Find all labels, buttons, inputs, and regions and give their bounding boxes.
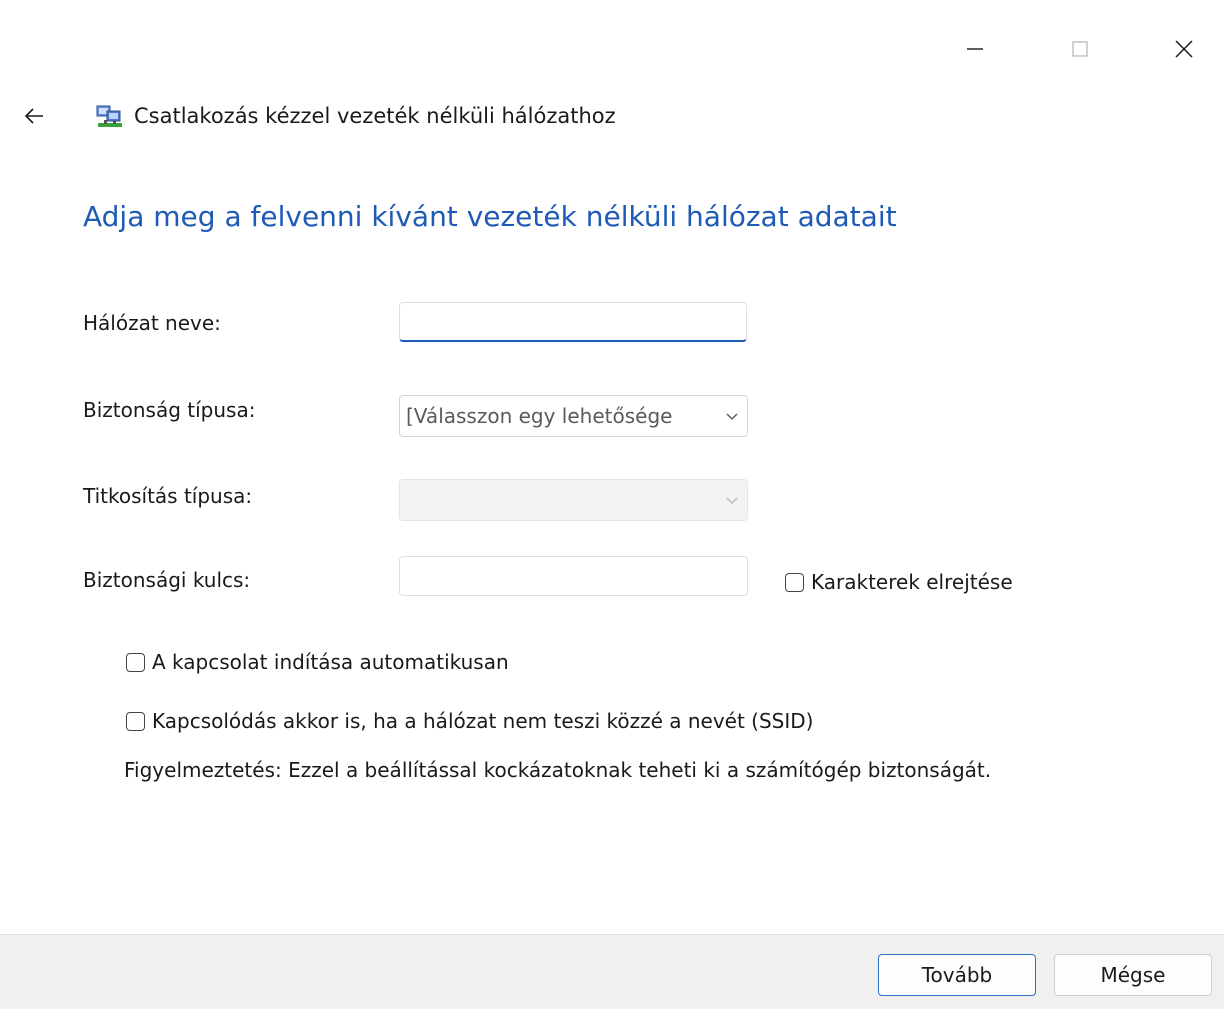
- security-type-label: Biztonság típusa:: [83, 398, 256, 422]
- hidden-network-checkbox-row[interactable]: Kapcsolódás akkor is, ha a hálózat nem t…: [126, 709, 813, 733]
- auto-start-checkbox[interactable]: [126, 652, 145, 672]
- network-name-input[interactable]: [399, 302, 747, 342]
- auto-start-checkbox-row[interactable]: A kapcsolat indítása automatikusan: [126, 650, 509, 674]
- network-icon: [96, 105, 122, 127]
- maximize-button[interactable]: [1057, 26, 1103, 72]
- hide-characters-checkbox-row[interactable]: Karakterek elrejtése: [785, 570, 1013, 594]
- cancel-button[interactable]: Mégse: [1054, 954, 1212, 996]
- header: Csatlakozás kézzel vezeték nélküli hálóz…: [18, 96, 616, 136]
- next-button[interactable]: Tovább: [878, 954, 1036, 996]
- chevron-down-icon: [717, 480, 747, 520]
- close-icon: [1175, 40, 1193, 58]
- warning-text: Figyelmeztetés: Ezzel a beállítással koc…: [124, 758, 992, 782]
- hide-characters-checkbox[interactable]: [785, 572, 804, 592]
- footer-bar: Tovább Mégse: [0, 934, 1224, 1009]
- back-arrow-icon: [24, 108, 43, 124]
- security-key-input[interactable]: [399, 556, 748, 596]
- chevron-down-icon: [717, 396, 747, 436]
- minimize-button[interactable]: [952, 26, 998, 72]
- security-type-selected: [Válasszon egy lehetősége: [406, 404, 673, 428]
- wireless-setup-window: Csatlakozás kézzel vezeték nélküli hálóz…: [0, 0, 1224, 1009]
- hidden-network-label: Kapcsolódás akkor is, ha a hálózat nem t…: [152, 709, 814, 733]
- window-title: Csatlakozás kézzel vezeték nélküli hálóz…: [134, 104, 616, 128]
- hide-characters-label: Karakterek elrejtése: [811, 570, 1013, 594]
- page-heading: Adja meg a felvenni kívánt vezeték nélkü…: [83, 200, 897, 233]
- encryption-type-dropdown[interactable]: [399, 479, 748, 521]
- security-type-dropdown[interactable]: [Válasszon egy lehetősége: [399, 395, 748, 437]
- minimize-icon: [967, 48, 983, 50]
- network-name-label: Hálózat neve:: [83, 311, 221, 335]
- back-button[interactable]: [18, 100, 50, 132]
- auto-start-label: A kapcsolat indítása automatikusan: [152, 650, 509, 674]
- encryption-type-label: Titkosítás típusa:: [83, 484, 253, 508]
- maximize-icon: [1072, 41, 1088, 57]
- hidden-network-checkbox[interactable]: [126, 711, 145, 731]
- security-key-label: Biztonsági kulcs:: [83, 568, 251, 592]
- close-button[interactable]: [1161, 26, 1207, 72]
